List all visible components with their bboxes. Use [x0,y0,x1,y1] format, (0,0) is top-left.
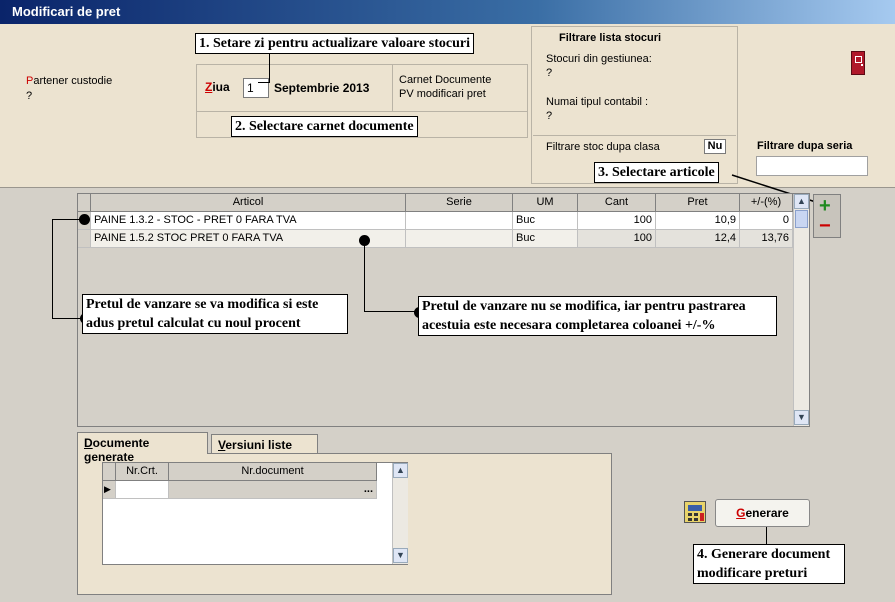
callout-price-modified-line1: Pretul de vanzare se va modifica si este [86,297,319,312]
stock-label: Stocuri din gestiunea: [546,53,652,65]
table-cell-pret[interactable]: 12,4 [656,230,740,248]
table-cell-um[interactable]: Buc [513,212,578,230]
col-pret[interactable]: Pret [656,194,740,212]
table-cell-um[interactable]: Buc [513,230,578,248]
row-pointer-icon: ▶ [103,481,116,499]
docs-grid: Nr.Crt. Nr.document ▶ ... ▲ ▼ [102,462,408,565]
generate-button[interactable]: Generare [715,499,810,527]
add-article-icon[interactable]: + [819,196,831,216]
callout-price-unchanged-line1: Pretul de vanzare nu se modifica, iar pe… [422,299,746,314]
tab-versiuni-liste-label: ersiuni liste [225,438,293,452]
col-cant[interactable]: Cant [578,194,656,212]
grid-scrollbar[interactable]: ▲ ▼ [793,194,809,426]
callout-select-carnet: 2. Selectare carnet documente [231,116,418,137]
scroll-up-icon[interactable]: ▲ [794,194,809,209]
exit-door-icon[interactable] [851,51,865,75]
series-filter-label: Filtrare dupa seria [757,140,853,152]
callout-dot [79,214,90,225]
table-cell-pct[interactable]: 0 [740,212,793,230]
table-cell-pct[interactable]: 13,76 [740,230,793,248]
docs-row-header [103,463,116,481]
day-input[interactable]: 1 [243,78,269,98]
partner-label: Partener custodie [26,75,112,87]
carnet-label: Carnet Documente [399,74,492,86]
callout-select-articles: 3. Selectare articole [594,162,719,183]
divider [533,135,736,136]
col-serie[interactable]: Serie [406,194,513,212]
scroll-down-icon[interactable]: ▼ [794,410,809,425]
col-um[interactable]: UM [513,194,578,212]
partner-value[interactable]: ? [26,90,32,102]
class-filter-value[interactable]: Nu [704,139,726,154]
callout-price-unchanged: Pretul de vanzare nu se modifica, iar pe… [418,296,777,336]
day-label: Ziua [205,80,230,94]
scroll-up-icon[interactable]: ▲ [393,463,408,478]
callout-price-modified: Pretul de vanzare se va modifica si este… [82,294,348,334]
callout-line [52,219,80,220]
remove-article-icon[interactable]: − [819,216,831,236]
col-pct[interactable]: +/-(%) [740,194,793,212]
table-cell-articol[interactable]: PAINE 1.3.2 - STOC - PRET 0 FARA TVA [91,212,406,230]
type-label: Numai tipul contabil : [546,96,649,108]
window-title: Modificari de pret [0,0,895,24]
callout-generate: 4. Generare document modificare preturi [693,544,845,584]
callout-line [52,219,53,318]
grid-row-header [78,194,91,212]
callout-set-day: 1. Setare zi pentru actualizare valoare … [195,33,474,54]
callout-price-modified-line2: adus pretul calculat cu noul procent [86,316,301,331]
divider [392,64,393,112]
table-row-selector[interactable] [78,230,91,248]
docs-cell-nr-crt[interactable] [116,481,169,499]
month-year-label: Septembrie 2013 [274,81,370,95]
add-remove-panel: + − [813,194,841,238]
callout-generate-line2: modificare preturi [697,566,808,581]
callout-price-unchanged-line2: acestuia este necesara completarea coloa… [422,318,716,333]
callout-line [258,82,270,83]
divider [196,111,528,112]
filter-title: Filtrare lista stocuri [559,32,662,44]
docs-cell-nr-document[interactable]: ... [169,481,377,499]
callout-line [269,53,270,83]
col-articol[interactable]: Articol [91,194,406,212]
table-cell-serie[interactable] [406,230,513,248]
class-filter-label: Filtrare stoc dupa clasa [546,141,660,153]
callout-line [364,311,419,312]
col-nr-document[interactable]: Nr.document [169,463,377,481]
col-nr-crt[interactable]: Nr.Crt. [116,463,169,481]
tab-versiuni-liste[interactable]: Versiuni liste [211,434,318,454]
type-value[interactable]: ? [546,110,552,122]
scroll-down-icon[interactable]: ▼ [393,548,408,563]
scroll-thumb[interactable] [795,210,808,228]
table-cell-pret[interactable]: 10,9 [656,212,740,230]
partner-label-rest: artener custodie [33,75,113,87]
callout-line [766,527,767,545]
docs-scrollbar[interactable]: ▲ ▼ [392,463,408,564]
table-cell-cant[interactable]: 100 [578,212,656,230]
callout-generate-line1: 4. Generare document [697,547,831,562]
calculator-icon [684,501,706,523]
day-label-rest: iua [212,80,230,94]
table-cell-cant[interactable]: 100 [578,230,656,248]
generate-button-label: enerare [745,506,789,520]
callout-line [52,318,82,319]
tab-documente-generate[interactable]: Documente generate [77,432,208,464]
callout-line [364,240,365,311]
stock-value[interactable]: ? [546,67,552,79]
tab-documente-generate-hotkey: D [84,436,93,450]
carnet-value[interactable]: PV modificari pret [399,88,486,100]
table-cell-serie[interactable] [406,212,513,230]
